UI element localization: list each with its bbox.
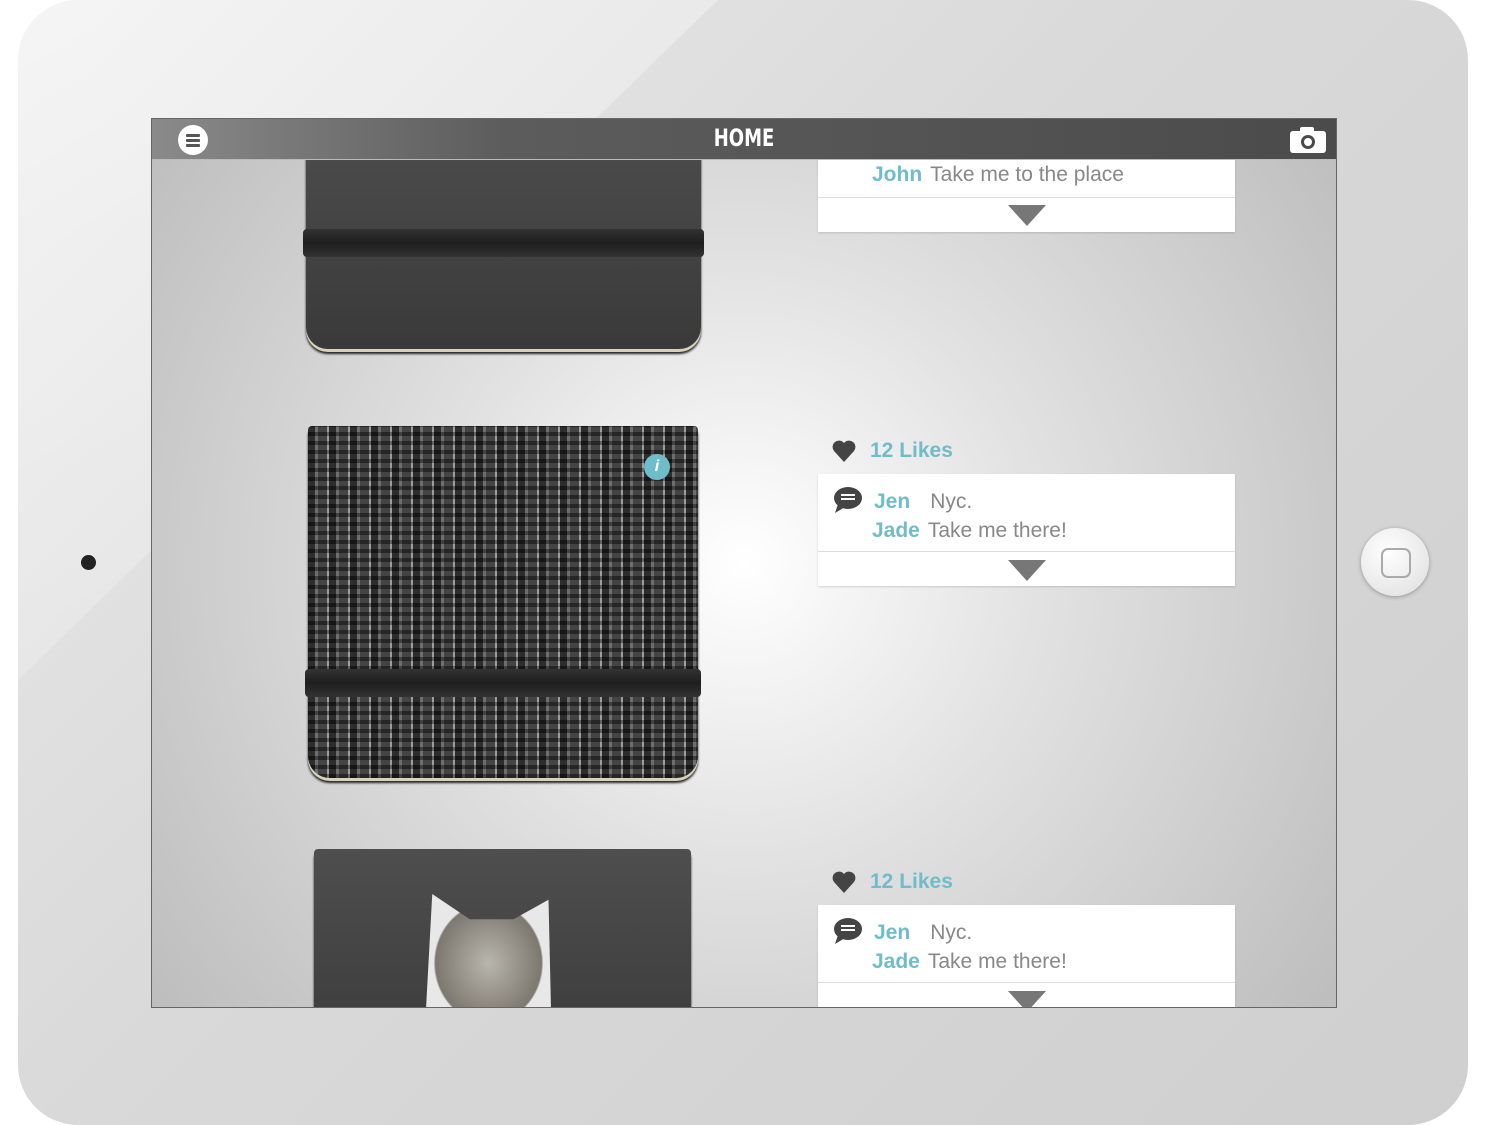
divider	[818, 197, 1235, 198]
comment-author[interactable]: Jen	[874, 921, 910, 944]
comment: Jen Nyc.	[874, 490, 972, 514]
post-image-city[interactable]: i	[305, 426, 701, 778]
likes: 12 Likes	[832, 870, 953, 894]
divider	[818, 551, 1235, 552]
comment-text: Nyc.	[930, 921, 973, 944]
comment-box: John Take me to the place	[818, 149, 1235, 232]
post-image-cat[interactable]	[314, 849, 691, 1007]
comment: Jen Nyc.	[874, 921, 972, 945]
home-button[interactable]	[1361, 528, 1429, 596]
menu-icon[interactable]	[178, 125, 208, 155]
comment-box: Jen Nyc. Jade Take me there!	[818, 905, 1235, 1007]
comment-text: Take me to the place	[930, 163, 1124, 186]
expand-comments-arrow-icon[interactable]	[1008, 205, 1046, 226]
likes-count[interactable]: 12 Likes	[870, 870, 953, 894]
cat-image	[426, 894, 551, 1007]
comment-bubble-icon	[834, 918, 862, 944]
front-camera	[81, 555, 96, 570]
heart-icon[interactable]	[832, 440, 856, 462]
page-title: HOME	[713, 124, 775, 152]
comment-author[interactable]: Jade	[872, 519, 920, 542]
comment: John Take me to the place	[872, 163, 1124, 187]
comment-author[interactable]: John	[872, 163, 922, 186]
heart-icon[interactable]	[832, 871, 856, 893]
expand-comments-arrow-icon[interactable]	[1008, 991, 1046, 1007]
comment-author[interactable]: Jen	[874, 490, 910, 513]
notebook-band	[303, 229, 704, 257]
expand-comments-arrow-icon[interactable]	[1008, 560, 1046, 581]
camera-icon[interactable]	[1290, 127, 1326, 153]
comment-text: Take me there!	[927, 519, 1067, 542]
comment: Jade Take me there!	[872, 519, 1067, 543]
header-bar: HOME	[152, 119, 1336, 160]
comment-box: Jen Nyc. Jade Take me there!	[818, 474, 1235, 586]
comment-bubble-icon	[834, 487, 862, 513]
comment-author[interactable]: Jade	[872, 950, 920, 973]
notebook-band	[305, 669, 701, 697]
info-icon[interactable]: i	[644, 454, 670, 480]
home-button-icon	[1381, 548, 1411, 578]
app-screen: HOME John Take me to the place i 12 Likes…	[151, 118, 1337, 1008]
likes-count[interactable]: 12 Likes	[870, 439, 953, 463]
divider	[818, 982, 1235, 983]
comment-text: Nyc.	[930, 490, 973, 513]
likes: 12 Likes	[832, 439, 953, 463]
comment: Jade Take me there!	[872, 950, 1067, 974]
comment-text: Take me there!	[927, 950, 1067, 973]
